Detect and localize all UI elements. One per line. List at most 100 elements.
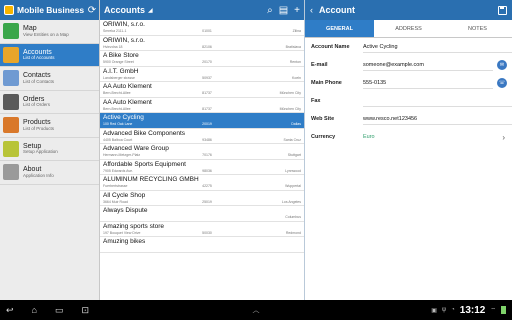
list-actions: ⌕ ▤ + [267, 5, 300, 16]
account-name: Affordable Sports Equipment [103, 160, 186, 168]
field-value[interactable]: www.resco.net123456 [363, 113, 512, 125]
field-value[interactable]: Euro [363, 131, 498, 143]
save-icon[interactable] [498, 5, 507, 15]
products-icon [3, 117, 19, 134]
account-address: Bern-Brecht-Allee 81737 München City [103, 91, 301, 96]
account-zip [187, 215, 227, 220]
account-name: ORIWIN, s.r.o. [103, 36, 145, 44]
nav-sublabel: View Entities on a Map [23, 31, 69, 37]
account-row[interactable]: ORIWIN, s.r.o. Smreka 2111-1 01001 Zilina [100, 20, 304, 36]
screenshot-icon[interactable]: ⊡ [82, 305, 90, 316]
field-label: Main Phone [311, 80, 342, 86]
add-icon[interactable]: + [294, 5, 300, 16]
nav-item-map[interactable]: Map View Entities on a Map [0, 20, 99, 44]
field-value[interactable] [363, 95, 512, 107]
account-row[interactable]: Amazing sports store 197 Bouquet View Dri… [100, 222, 304, 237]
account-city: Lynnwood [285, 168, 301, 173]
accounts-list[interactable]: ORIWIN, s.r.o. Smreka 2111-1 01001 Zilina OR… [100, 20, 304, 253]
contacts-icon [3, 70, 19, 87]
account-name: Advanced Bike Components [103, 129, 186, 137]
account-zip: 20019 [202, 122, 212, 126]
account-row[interactable]: Advanced Bike Components 4405 Balboa Cour… [100, 129, 304, 144]
app-title: Mobile Business... [17, 5, 84, 15]
field-value[interactable]: 555-0135 [363, 77, 493, 89]
account-city: Columbus [285, 215, 301, 219]
wifi-icon: ◔ [451, 307, 455, 313]
sync-icon[interactable]: ⟳ [87, 5, 99, 16]
account-row[interactable]: AA Auto Klement Bern-Brecht-Allee 81737 Mün… [100, 98, 304, 113]
account-row[interactable]: ORIWIN, s.r.o. Hviezdna 18 82106 Bratislava [100, 36, 304, 51]
account-address: Bern-Brecht-Allee 81737 München City [103, 107, 301, 112]
nav-text: Accounts List of Accounts [23, 49, 55, 61]
account-row[interactable]: All Cycle Shop 3664 Muir Road 25019 Los Ang… [100, 191, 304, 206]
account-street: Fuerbertstrasse [103, 184, 128, 188]
account-city: Zilina [292, 29, 301, 33]
account-row[interactable]: AA Auto Klement Bern-Brecht-Allee 81737 Mün… [100, 82, 304, 98]
app-logo-icon [4, 5, 14, 15]
account-street: Landsberger strasse [103, 75, 135, 80]
account-city: Wuppertal [285, 184, 301, 188]
account-row[interactable]: Advanced Ware Group Hermann-Metzger-Platz… [100, 144, 304, 160]
home-nav-icon[interactable]: ⌂ [32, 305, 37, 315]
nav-text: Products List of Products [23, 119, 54, 131]
account-row[interactable]: Active Cycling 100 Red Oak Lane 20019 Dalla… [100, 113, 304, 129]
nav-item-contacts[interactable]: Contacts List of Contacts [0, 67, 99, 91]
nav-item-about[interactable]: About Application Info [0, 161, 99, 185]
nav-sublabel: List of Contacts [23, 78, 55, 84]
account-name: All Cycle Shop [103, 191, 146, 199]
back-nav-icon[interactable]: ↩ [6, 305, 14, 316]
account-row[interactable]: Affordable Sports Equipment 7905 Edwards … [100, 160, 304, 175]
account-street: 100 Red Oak Lane [103, 122, 133, 126]
view-dropdown-icon[interactable]: ◢ [148, 7, 153, 14]
tab-notes[interactable]: NOTES [443, 20, 512, 37]
detail-form: Account Name Active Cycling E-mail someone@… [305, 38, 512, 146]
accounts-pane: Accounts ◢ ⌕ ▤ + ORIWIN, s.r.o. Smreka 21… [100, 0, 305, 300]
nav-text: Setup Setup Application [23, 143, 58, 155]
account-address: Smreka 2111-1 01001 Zilina [103, 29, 301, 34]
app-window: Mobile Business... ⟳ Map View Entities on… [0, 0, 512, 300]
account-name: Amazing sports store [103, 222, 165, 230]
search-icon[interactable]: ⌕ [267, 5, 273, 16]
hide-bar-icon[interactable]: ︿ [253, 305, 260, 315]
nav-sublabel: List of Products [23, 125, 55, 131]
account-city: Dallas [291, 122, 301, 126]
setup-icon [3, 140, 19, 157]
back-icon[interactable]: ‹ [310, 5, 313, 15]
account-row[interactable]: Amuzing bikes [100, 237, 304, 253]
tab-general[interactable]: GENERAL [305, 20, 374, 37]
account-row[interactable]: Always Dispute Columbus [100, 206, 304, 222]
nav-sublabel: List of Orders [23, 102, 51, 108]
account-street: Hviezdna 18 [103, 44, 123, 49]
account-name: ORIWIN, s.r.o. [103, 21, 145, 28]
detail-pane: ‹ Account GENERAL ADDRESS NOTES Account … [305, 0, 512, 300]
recent-apps-icon[interactable]: ▭ [55, 305, 64, 316]
tab-address[interactable]: ADDRESS [374, 20, 443, 37]
field-value[interactable]: someone@example.com [363, 59, 493, 71]
nav-sublabel: Setup Application [23, 149, 58, 155]
field-label: Web Site [311, 116, 335, 122]
nav-item-accounts[interactable]: Accounts List of Accounts [0, 43, 99, 67]
account-address: 7905 Edwards Ave. 98036 Lynnwood [103, 169, 301, 174]
account-row[interactable]: ALUMINUM RECYCLING GMBH Fuerbertstrasse 42… [100, 175, 304, 191]
field-fax: Fax [305, 92, 512, 110]
list-title[interactable]: Accounts [104, 5, 145, 15]
left-header: Mobile Business... ⟳ [0, 0, 99, 20]
account-address: Landsberger strasse 50937 Koeln [103, 76, 301, 81]
account-address: 197 Bouquet View Drive 50030 Redmond [103, 231, 301, 236]
chevron-right-icon[interactable]: › [502, 133, 505, 142]
call-phone-icon[interactable]: ☏ [497, 78, 507, 88]
account-address: 5900 Orange Street 20170 Renton [103, 60, 301, 65]
nav-item-setup[interactable]: Setup Setup Application [0, 138, 99, 161]
nav-item-orders[interactable]: Orders List of Orders [0, 91, 99, 114]
field-label: Account Name [311, 44, 350, 50]
account-row[interactable]: A Bike Store 5900 Orange Street 20170 Rento… [100, 51, 304, 67]
send-email-icon[interactable]: ✉ [497, 60, 507, 70]
field-value[interactable]: Active Cycling [363, 41, 512, 53]
account-name: Amuzing bikes [103, 238, 146, 245]
account-row[interactable]: A.I.T. GmbH Landsberger strasse 50937 Koeln [100, 67, 304, 82]
account-city: München City [279, 106, 301, 111]
account-zip: 70176 [202, 153, 212, 157]
filter-icon[interactable]: ▤ [279, 5, 288, 16]
account-city: Bratislava [285, 44, 301, 49]
nav-item-products[interactable]: Products List of Products [0, 114, 99, 138]
